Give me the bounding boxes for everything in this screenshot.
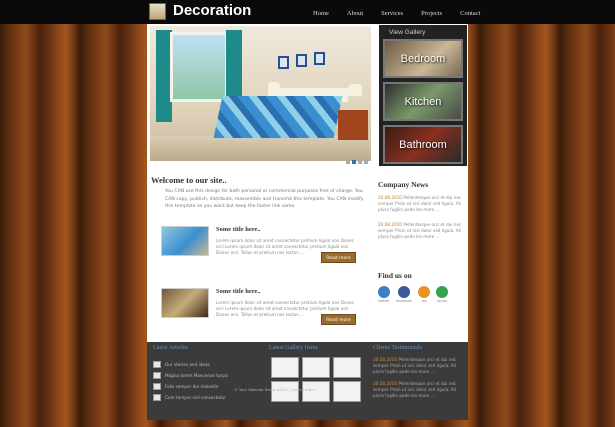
- twitter-link[interactable]: twitter: [378, 286, 390, 303]
- news-date[interactable]: 20.08.2010: [378, 222, 402, 227]
- gallery-item-thumb[interactable]: [271, 357, 299, 378]
- slider-dots: [346, 160, 368, 164]
- article-link[interactable]: Magna lorem Maecenas turpis: [153, 372, 228, 379]
- gallery-thumb-kitchen[interactable]: Kitchen: [383, 82, 463, 121]
- top-bar: Decoration Home About Services Projects …: [0, 0, 615, 24]
- news-date[interactable]: 20.08.2010: [378, 195, 402, 200]
- gallery-thumb-bathroom[interactable]: Bathroom: [383, 125, 463, 164]
- post-item: Some title here.. Lorem ipsum dolor sit …: [161, 288, 357, 328]
- nav-services[interactable]: Services: [381, 10, 403, 17]
- wall-picture: [296, 54, 307, 67]
- news-item: 20.08.2010 Pellentesque orci et dui nec …: [378, 222, 464, 240]
- curtain-right: [226, 30, 242, 104]
- testimonial-date[interactable]: 20.08.2010: [373, 357, 397, 362]
- post-image[interactable]: [161, 226, 209, 256]
- read-more-button[interactable]: Read more: [321, 314, 356, 325]
- find-us-title: Find us on: [378, 271, 412, 280]
- copyright-text: © Your Website Name 2010. | Coded from .…: [234, 387, 319, 392]
- testimonials-title: Clients Testimonials: [373, 345, 422, 351]
- gallery-item-thumb[interactable]: [333, 381, 361, 402]
- gallery-title: View Gallery: [389, 29, 426, 36]
- latest-articles-title: Latest Articles: [153, 345, 188, 351]
- gallery-thumb-bedroom[interactable]: Bedroom: [383, 39, 463, 78]
- gallery-item-thumb[interactable]: [333, 357, 361, 378]
- article-link[interactable]: Our stories and ideas: [153, 361, 210, 368]
- post-title[interactable]: Some title here..: [216, 226, 261, 233]
- logo-icon: [149, 3, 166, 20]
- twitter-icon[interactable]: [378, 286, 390, 298]
- nav-about[interactable]: About: [347, 10, 363, 17]
- lamp: [348, 84, 362, 96]
- news-item: 20.08.2010 Pellentesque orci et dui nec …: [378, 195, 464, 213]
- post-title[interactable]: Some title here..: [216, 288, 261, 295]
- lamp: [268, 82, 280, 92]
- post-item: Some title here.. Lorem ipsum dolor sit …: [161, 226, 357, 266]
- article-icon: [153, 372, 161, 379]
- wall-picture: [278, 56, 289, 69]
- view-gallery-panel: View Gallery Bedroom Kitchen Bathroom: [379, 25, 467, 166]
- article-icon: [153, 383, 161, 390]
- nav-contact[interactable]: Contact: [460, 10, 480, 17]
- rss-icon[interactable]: [418, 286, 430, 298]
- page-container: View Gallery Bedroom Kitchen Bathroom We…: [147, 24, 468, 420]
- company-news-title: Company News: [378, 180, 429, 189]
- facebook-icon[interactable]: [398, 286, 410, 298]
- slider-dot[interactable]: [364, 160, 368, 164]
- footer: Latest Articles Our stories and ideas Ma…: [147, 342, 468, 420]
- main-nav: Home About Services Projects Contact: [313, 10, 498, 17]
- welcome-title: Welcome to our site..: [151, 175, 227, 185]
- slider-dot-active[interactable]: [352, 160, 356, 164]
- latest-gallery-title: Latest Gallery Items: [269, 345, 318, 351]
- hero-slider-image[interactable]: [150, 26, 371, 161]
- dresser: [338, 110, 368, 140]
- article-icon: [153, 394, 161, 401]
- testimonial-date[interactable]: 20.08.2010: [373, 381, 397, 386]
- skype-link[interactable]: skype: [436, 286, 448, 303]
- read-more-button[interactable]: Read more: [321, 252, 356, 263]
- nav-home[interactable]: Home: [313, 10, 329, 17]
- gallery-item-thumb[interactable]: [302, 357, 330, 378]
- site-logo[interactable]: Decoration: [173, 2, 251, 19]
- wall-picture: [314, 52, 325, 65]
- social-links: twitter facebook rss skype: [378, 286, 448, 303]
- article-link[interactable]: Cum tempor nisl consectetur: [153, 394, 226, 401]
- slider-dot[interactable]: [358, 160, 362, 164]
- window: [170, 32, 228, 102]
- testimonial-item: 20.08.2010 Pellentesque orci et dui nec …: [373, 357, 465, 375]
- bed: [213, 96, 343, 138]
- testimonial-item: 20.08.2010 Pellentesque orci et dui nec …: [373, 381, 465, 399]
- skype-icon[interactable]: [436, 286, 448, 298]
- article-icon: [153, 361, 161, 368]
- rss-link[interactable]: rss: [418, 286, 430, 303]
- slider-dot[interactable]: [346, 160, 350, 164]
- facebook-link[interactable]: facebook: [396, 286, 412, 303]
- intro-text: You CAN use this design for both persona…: [165, 189, 364, 209]
- article-link[interactable]: Felis semper dui molestie: [153, 383, 218, 390]
- post-image[interactable]: [161, 288, 209, 318]
- nav-projects[interactable]: Projects: [421, 10, 442, 17]
